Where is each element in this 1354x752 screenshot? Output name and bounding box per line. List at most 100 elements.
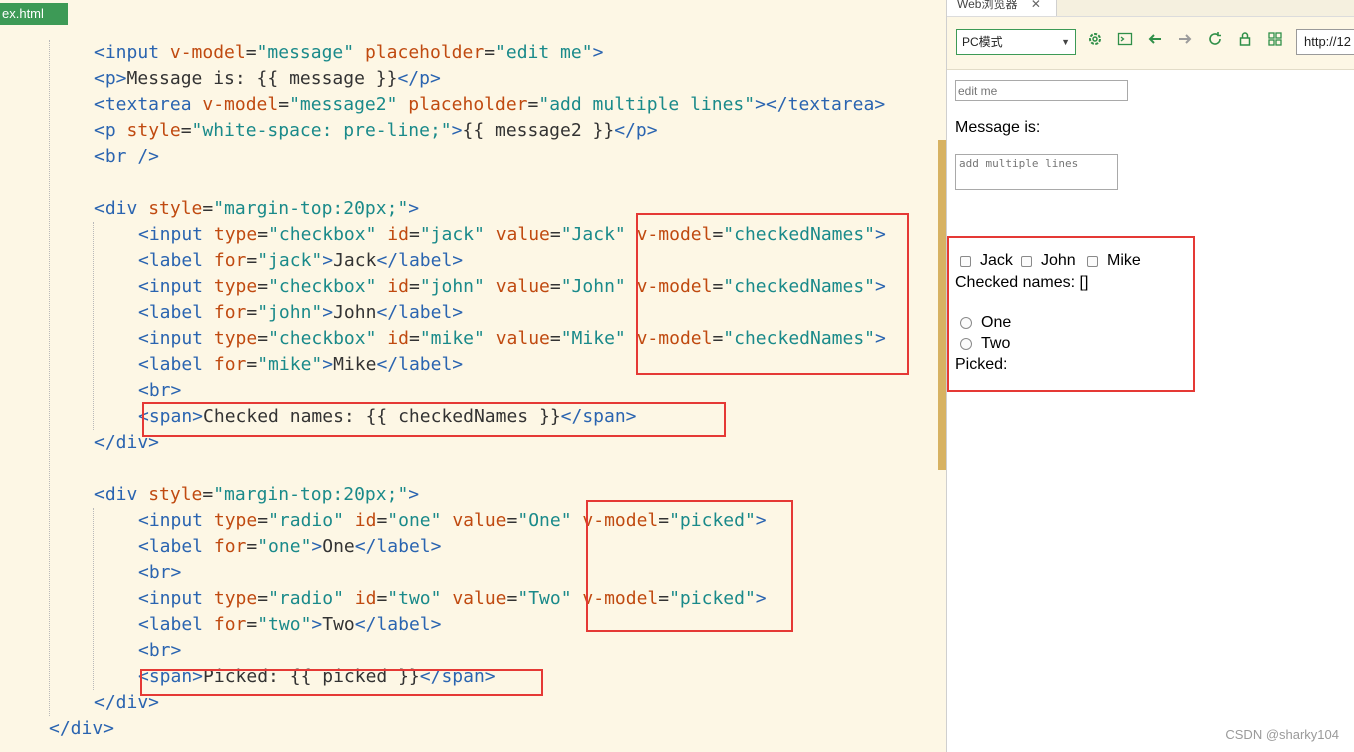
code-token: <div <box>94 484 149 505</box>
mode-select[interactable]: PC模式 ▼ <box>956 29 1076 55</box>
code-token: = <box>376 510 388 531</box>
code-line[interactable] <box>0 456 886 482</box>
editor-scrollbar[interactable] <box>938 140 946 470</box>
label-mike[interactable]: Mike <box>1107 252 1141 270</box>
label-jack[interactable]: Jack <box>980 252 1013 270</box>
checkbox-john[interactable] <box>1021 256 1032 267</box>
code-block[interactable]: <input v-model="message" placeholder="ed… <box>0 40 886 742</box>
browser-tab-bar: Web浏览器 ✕ <box>947 0 1354 17</box>
code-line[interactable] <box>0 170 886 196</box>
code-token: = <box>527 94 539 115</box>
browser-toolbar: PC模式 ▼ http://12 <box>947 17 1354 70</box>
checkbox-mike[interactable] <box>1087 256 1098 267</box>
url-bar[interactable]: http://12 <box>1296 29 1354 55</box>
code-token: = <box>408 224 420 245</box>
code-token: "white-space: pre-line;" <box>191 120 452 141</box>
forward-arrow-icon[interactable] <box>1177 31 1193 53</box>
code-token: = <box>202 484 214 505</box>
code-line[interactable]: <p>Message is: {{ message }}</p> <box>0 66 886 92</box>
code-token: "two" <box>257 614 312 635</box>
terminal-icon[interactable] <box>1117 31 1133 53</box>
code-line[interactable]: </div> <box>0 716 886 742</box>
qr-code-icon[interactable] <box>1267 31 1283 53</box>
label-two[interactable]: Two <box>981 335 1010 353</box>
code-token: Two <box>322 614 355 635</box>
code-token: = <box>180 120 192 141</box>
browser-tab[interactable]: Web浏览器 ✕ <box>947 0 1057 16</box>
code-token: < <box>94 42 105 63</box>
code-token: "checkbox" <box>268 224 377 245</box>
code-token: {{ message2 }} <box>462 120 615 141</box>
close-icon[interactable]: ✕ <box>1031 0 1041 11</box>
code-token: style <box>148 484 203 505</box>
code-line[interactable]: <br> <box>0 638 886 664</box>
message-input[interactable] <box>955 80 1128 101</box>
code-token: "mike" <box>257 354 323 375</box>
code-token: </label> <box>376 302 464 323</box>
code-token: <input <box>138 328 214 349</box>
code-token: "radio" <box>268 510 344 531</box>
highlight-checked-names-span <box>142 402 726 437</box>
code-token: value <box>452 510 507 531</box>
code-token: = <box>246 536 258 557</box>
code-line[interactable]: <br> <box>0 378 886 404</box>
code-token: "one" <box>257 536 312 557</box>
refresh-icon[interactable] <box>1207 31 1223 53</box>
code-token: = <box>257 588 269 609</box>
code-editor[interactable]: ex.html <input v-model="message" placeho… <box>0 0 946 752</box>
code-token: Mike <box>333 354 377 375</box>
code-token: = <box>246 614 258 635</box>
code-token: > <box>311 536 323 557</box>
code-token: "One" <box>517 510 572 531</box>
checkbox-jack[interactable] <box>960 256 971 267</box>
code-token: for <box>213 614 247 635</box>
code-token: "john" <box>257 302 323 323</box>
watermark: CSDN @sharky104 <box>1225 727 1339 742</box>
radio-two[interactable] <box>960 338 972 350</box>
code-token: id <box>387 328 409 349</box>
message2-textarea[interactable] <box>955 154 1118 190</box>
code-token: "Mike" <box>560 328 626 349</box>
label-john[interactable]: John <box>1041 252 1076 270</box>
code-token: = <box>257 510 269 531</box>
code-token: "edit me" <box>495 42 593 63</box>
settings-icon[interactable] <box>1087 31 1103 53</box>
code-token: Jack <box>333 250 377 271</box>
code-token: <input <box>138 510 214 531</box>
code-line[interactable]: <input v-model="message" placeholder="ed… <box>0 40 886 66</box>
code-token: id <box>354 510 377 531</box>
code-token: <label <box>138 354 214 375</box>
code-line[interactable]: <textarea v-model="message2" placeholder… <box>0 92 886 118</box>
code-token: "message" <box>256 42 355 63</box>
back-arrow-icon[interactable] <box>1147 31 1163 53</box>
code-token: v-model <box>202 94 279 115</box>
code-token: <label <box>138 250 214 271</box>
code-token: type <box>213 276 258 297</box>
label-one[interactable]: One <box>981 314 1011 332</box>
code-token: <label <box>138 536 214 557</box>
code-token: = <box>408 328 420 349</box>
code-line[interactable]: <br /> <box>0 144 886 170</box>
radio-one[interactable] <box>960 317 972 329</box>
code-token: = <box>246 354 258 375</box>
code-token: = <box>506 588 518 609</box>
code-token: "Jack" <box>560 224 626 245</box>
code-token: "margin-top:20px;" <box>213 198 409 219</box>
code-token: <br> <box>138 380 182 401</box>
code-line[interactable]: <p style="white-space: pre-line;">{{ mes… <box>0 118 886 144</box>
file-tab[interactable]: ex.html <box>0 3 68 25</box>
lock-icon[interactable] <box>1237 31 1253 53</box>
code-token: </p> <box>614 120 658 141</box>
code-token: = <box>549 328 561 349</box>
code-token: id <box>387 276 409 297</box>
code-token: <div <box>94 198 149 219</box>
